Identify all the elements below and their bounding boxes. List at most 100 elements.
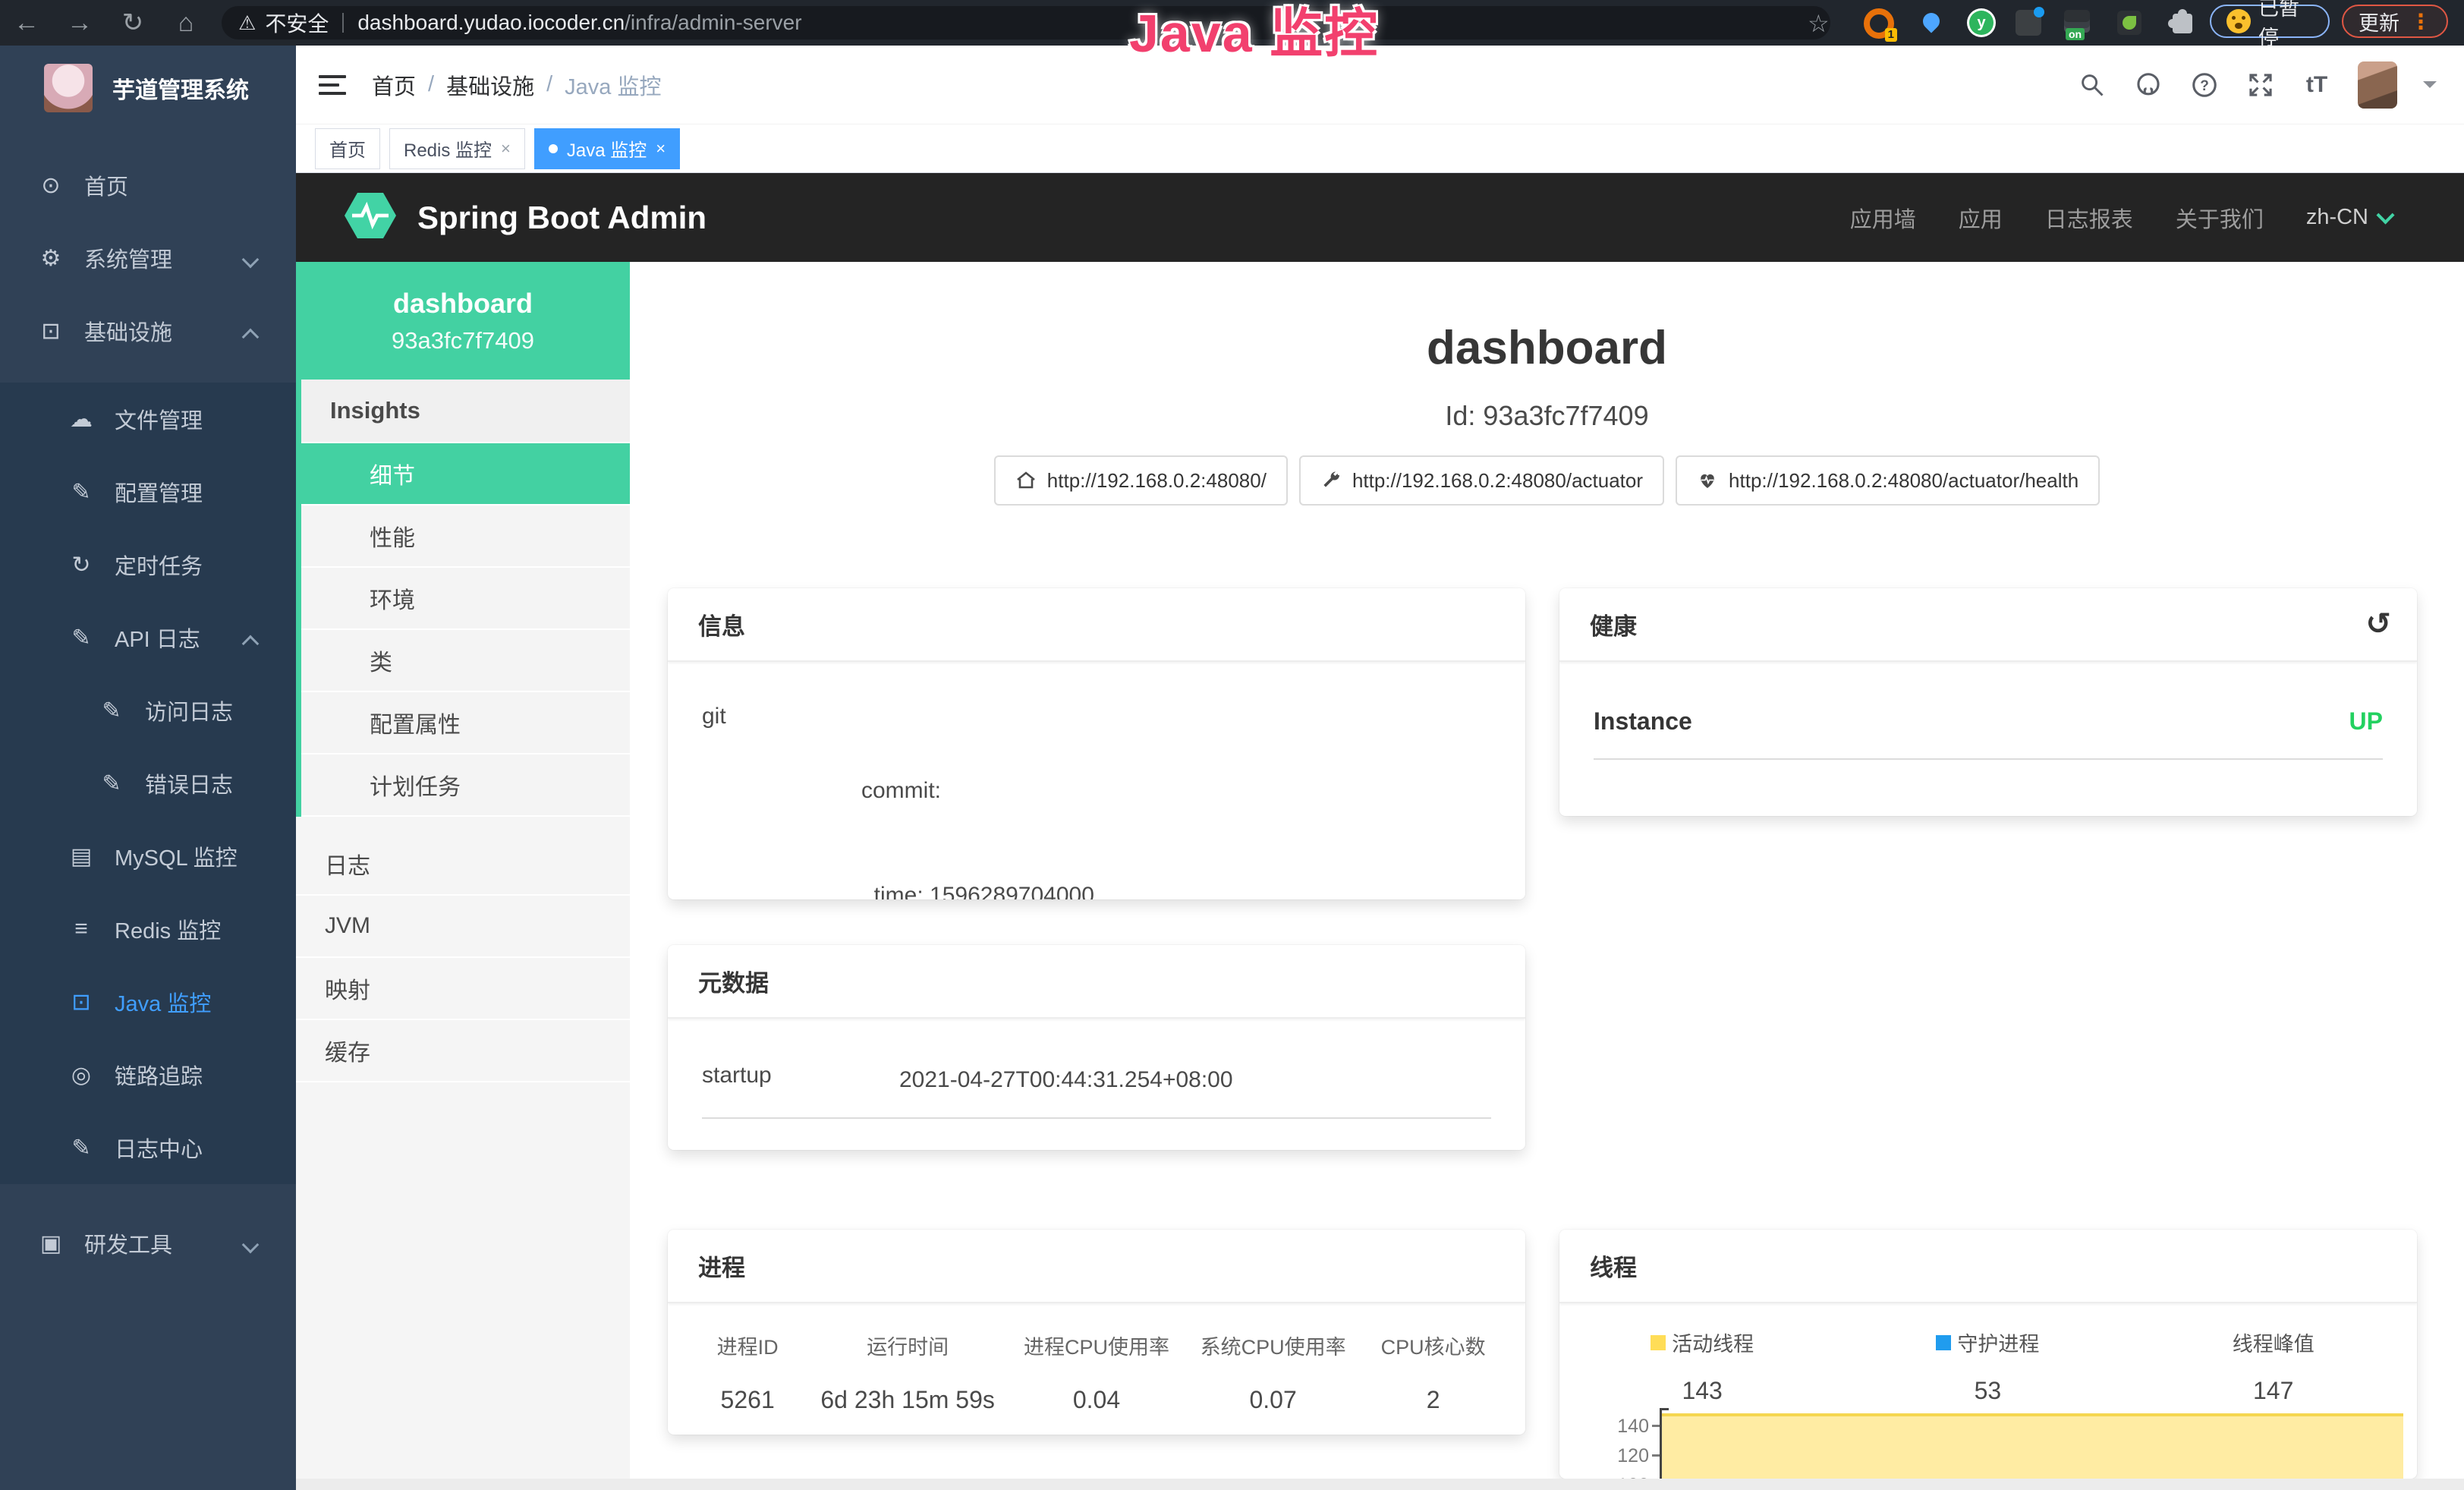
close-icon[interactable]: × [656,139,666,159]
process-card-title: 进程 [668,1230,1525,1303]
sidebar-item-error-log[interactable]: ✎ 错误日志 [0,747,296,820]
sba-menu-config-props[interactable]: 配置属性 [301,692,630,754]
breadcrumb-infrastructure[interactable]: 基础设施 [446,69,534,101]
metadata-card-title: 元数据 [668,945,1525,1019]
sidebar-item-mysql-monitor[interactable]: ▤ MySQL 监控 [0,820,296,893]
fullscreen-icon[interactable] [2245,70,2276,100]
bookmark-star-icon[interactable]: ☆ [1808,9,1830,38]
git-commit-line: commit: [861,773,1094,808]
app-header: 首页 / 基础设施 / Java 监控 ? tT [296,46,2464,124]
sba-menu-details[interactable]: 细节 [301,443,630,506]
sidebar-item-file-mgmt[interactable]: ☁ 文件管理 [0,383,296,455]
sidebar-item-system-mgmt[interactable]: ⚙ 系统管理 [0,222,296,295]
column-header: 进程CPU使用率 [1006,1331,1187,1360]
service-url-button[interactable]: http://192.168.0.2:48080/ [994,455,1288,506]
user-avatar[interactable] [2358,61,2397,109]
tag-view-bar: 首页 Redis 监控 × Java 监控 × [296,124,2464,173]
sidebar-item-label: 系统管理 [84,242,172,274]
sba-header: Spring Boot Admin 应用墙 应用 日志报表 关于我们 zh-CN [296,173,2464,262]
tab-redis-monitor[interactable]: Redis 监控 × [389,128,525,169]
browser-forward-icon[interactable]: → [53,0,106,46]
extension-grid-icon[interactable] [2016,8,2046,39]
avatar-caret-icon[interactable] [2423,81,2437,95]
sidebar-item-home[interactable]: ⊙ 首页 [0,149,296,222]
sba-menu-caches[interactable]: 缓存 [296,1020,630,1082]
health-card-title: 健康 [1590,607,1637,641]
paused-button[interactable]: 已暂停 [2210,5,2330,38]
sba-menu-logs[interactable]: 日志 [296,833,630,896]
browser-reload-icon[interactable]: ↻ [106,0,159,46]
history-icon[interactable]: ↺ [2365,606,2391,641]
chevron-up-icon [242,329,260,346]
browser-back-icon[interactable]: ← [0,0,53,46]
sba-menu-metrics[interactable]: 性能 [301,506,630,568]
process-table: 进程ID 5261 运行时间 6d 23h 15m 59s 进程CPU使用率 0… [686,1331,1507,1414]
sidebar-item-access-log[interactable]: ✎ 访问日志 [0,674,296,747]
font-size-icon[interactable]: tT [2302,70,2332,100]
sba-menu-scheduled-tasks[interactable]: 计划任务 [301,754,630,817]
tab-java-monitor[interactable]: Java 监控 × [534,128,680,169]
horizontal-scrollbar[interactable] [296,1479,2464,1490]
sba-brand-title[interactable]: Spring Boot Admin [417,200,706,236]
sba-menu-classes[interactable]: 类 [301,630,630,692]
hamburger-icon[interactable] [319,75,346,95]
browser-home-icon[interactable]: ⌂ [159,0,212,46]
sidebar-item-label: 链路追踪 [115,1059,203,1091]
sidebar-item-label: 日志中心 [115,1132,203,1164]
extension-orange-icon[interactable]: 1 [1864,8,1894,39]
on-badge: on [2066,28,2085,40]
sba-menu-mappings[interactable]: 映射 [296,958,630,1020]
monitor-icon: ⊡ [34,318,68,345]
sba-nav-applications[interactable]: 应用 [1959,202,2003,234]
sidebar-item-api-log[interactable]: ✎ API 日志 [0,601,296,674]
sidebar-item-dev-tools[interactable]: ▣ 研发工具 [0,1207,296,1280]
health-instance-row: Instance UP [1594,707,2383,760]
instance-header[interactable]: dashboard 93a3fc7f7409 [296,262,630,380]
process-col-cpu-cores: CPU核心数 2 [1359,1331,1507,1414]
page-instance-id: Id: 93a3fc7f7409 [630,400,2464,432]
sba-menu-jvm[interactable]: JVM [296,896,630,958]
close-icon[interactable]: × [501,139,511,159]
extension-on-icon[interactable]: on [2064,8,2094,39]
breadcrumb-separator: / [428,72,434,97]
sba-menu-environment[interactable]: 环境 [301,568,630,630]
sidebar-item-redis-monitor[interactable]: ≡ Redis 监控 [0,893,296,966]
sidebar-item-java-monitor[interactable]: ⊡ Java 监控 [0,966,296,1038]
admin-sidebar: 芋道管理系统 ⊙ 首页 ⚙ 系统管理 ⊡ 基础设施 ☁ 文件管理 ✎ 配置管理 [0,46,296,1490]
header-icons: ? tT [2077,46,2464,124]
extension-pin-icon[interactable] [1918,8,1949,39]
sba-locale-select[interactable]: zh-CN [2306,205,2392,230]
breadcrumb-home[interactable]: 首页 [372,69,416,101]
sidebar-item-infrastructure[interactable]: ⊡ 基础设施 [0,295,296,367]
cell-value: 0.07 [1187,1386,1359,1414]
help-icon[interactable]: ? [2189,70,2220,100]
url-bar[interactable]: ⚠ 不安全 dashboard.yudao.iocoder.cn /infra/… [222,6,1830,39]
actuator-url-button[interactable]: http://192.168.0.2:48080/actuator [1299,455,1664,506]
sidebar-item-tracing[interactable]: ◎ 链路追踪 [0,1038,296,1111]
extension-y-icon[interactable]: y [1967,8,1997,39]
sba-menu-insights[interactable]: Insights [301,380,630,443]
sba-nav-about[interactable]: 关于我们 [2176,202,2264,234]
metadata-key: startup [702,1063,899,1098]
browser-menu-icon[interactable]: ⋮ [2410,9,2431,34]
sidebar-item-log-center[interactable]: ✎ 日志中心 [0,1111,296,1184]
spring-boot-admin-logo[interactable] [343,191,398,244]
github-icon[interactable] [2133,70,2163,100]
sidebar-item-scheduled-jobs[interactable]: ↻ 定时任务 [0,528,296,601]
sba-nav-wallboard[interactable]: 应用墙 [1850,202,1916,234]
sba-menu-label: 缓存 [325,1034,370,1067]
update-button[interactable]: 更新 ⋮ [2342,5,2448,38]
app-logo-row[interactable]: 芋道管理系统 [0,46,296,126]
sidebar-item-config-mgmt[interactable]: ✎ 配置管理 [0,455,296,528]
health-url-button[interactable]: http://192.168.0.2:48080/actuator/health [1676,455,2100,506]
search-icon[interactable] [2077,70,2107,100]
legend-swatch-blue [1936,1335,1951,1350]
column-header: 进程ID [686,1331,809,1360]
tab-home[interactable]: 首页 [315,128,380,169]
app-title: 芋道管理系统 [112,71,249,105]
sidebar-item-label: 访问日志 [145,695,233,726]
legend-daemon-threads: 守护进程 [1845,1328,2130,1357]
extension-leaf-icon[interactable] [2117,8,2148,39]
extensions-puzzle-icon[interactable] [2167,8,2198,39]
sba-nav-journal[interactable]: 日志报表 [2045,202,2133,234]
